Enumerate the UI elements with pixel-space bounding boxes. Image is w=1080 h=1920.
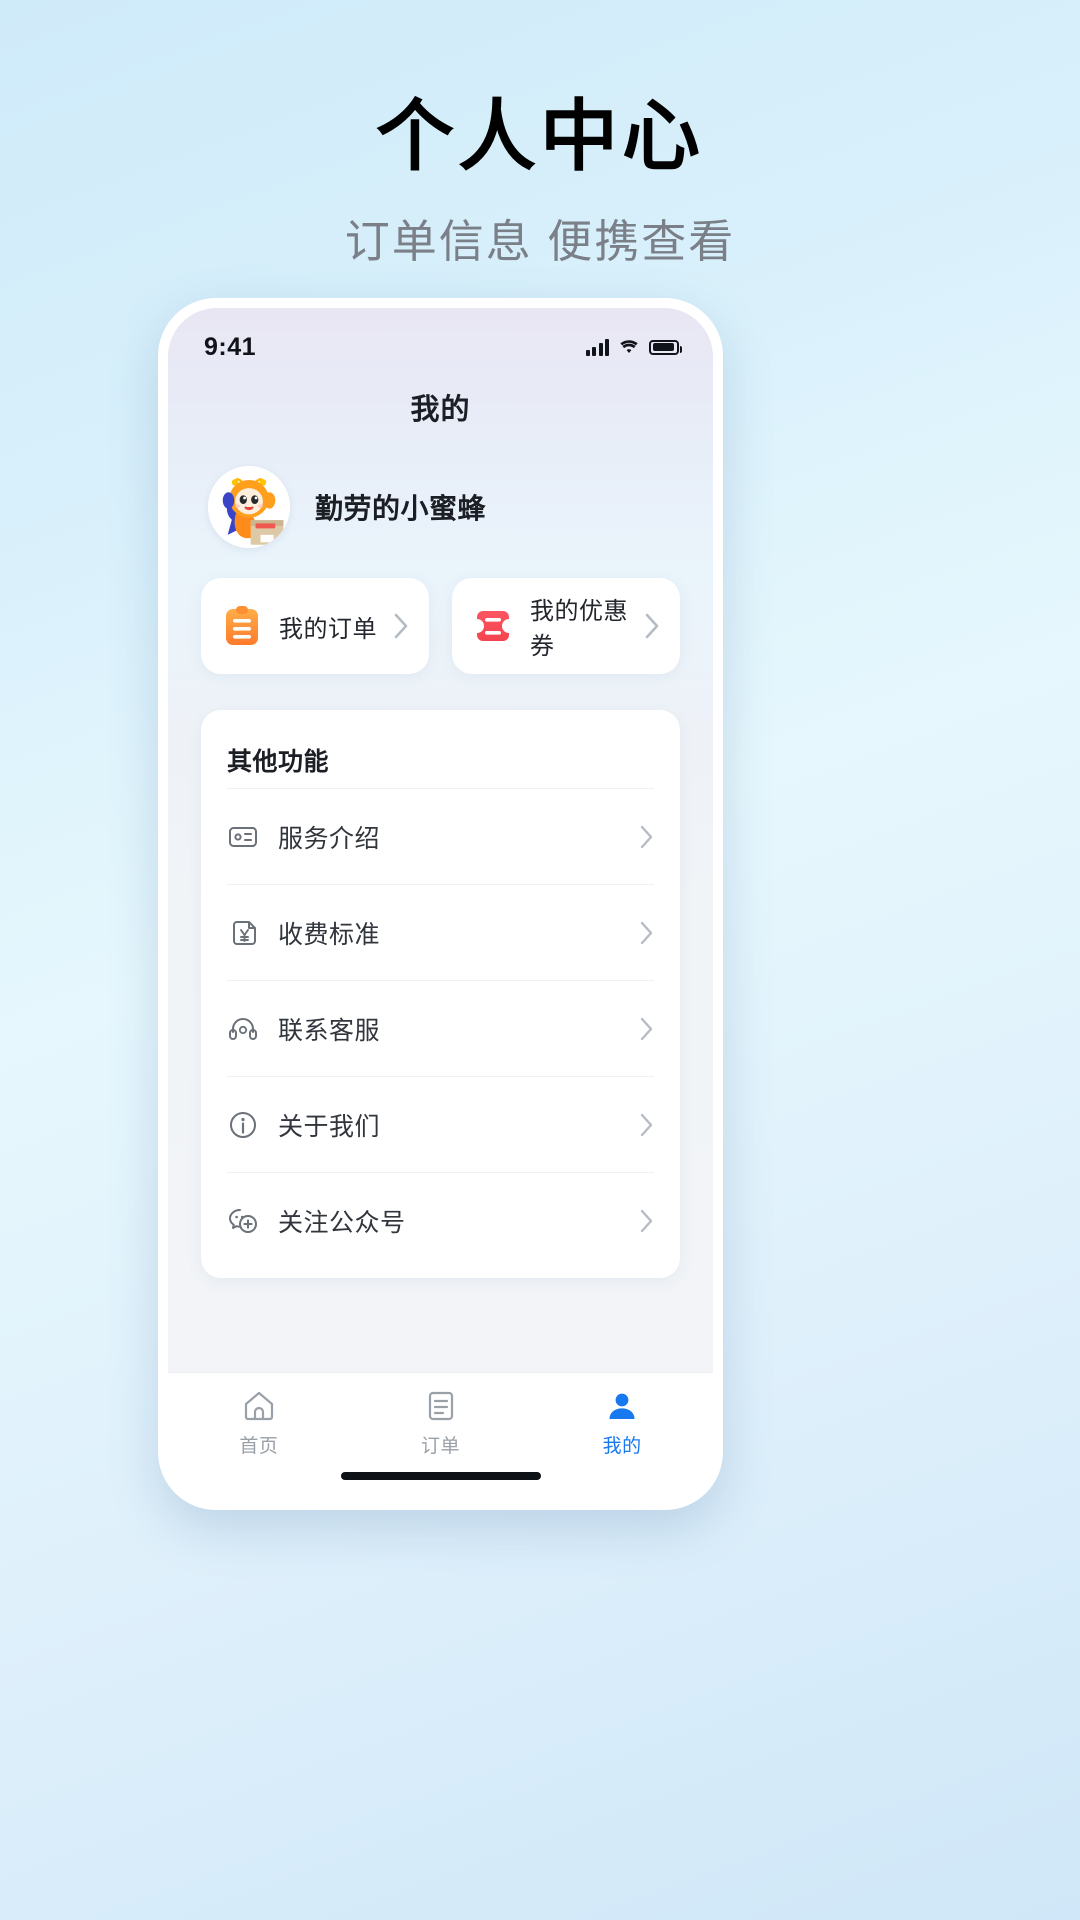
id-card-icon — [227, 821, 259, 853]
my-coupons-card[interactable]: 我的优惠券 — [452, 578, 680, 674]
list-item-service-intro[interactable]: 服务介绍 — [227, 788, 654, 884]
chevron-right-icon — [640, 1017, 654, 1041]
chevron-right-icon — [394, 613, 409, 639]
list-item-label: 收费标准 — [278, 920, 381, 949]
chevron-right-icon — [640, 921, 654, 945]
my-orders-card[interactable]: 我的订单 — [201, 578, 429, 674]
list-item-official-account[interactable]: 关注公众号 — [227, 1172, 654, 1268]
phone-screen: 9:41 我的 勤劳的小蜜蜂 我的订单 我的优惠券 其他功能 服务介绍 收费标准… — [168, 308, 713, 1500]
tab-profile-label: 我的 — [602, 1436, 642, 1457]
coupon-ticket-icon — [472, 605, 514, 647]
tab-home[interactable]: 首页 — [168, 1389, 350, 1458]
list-item-label: 服务介绍 — [278, 824, 381, 853]
phone-mockup: 9:41 我的 勤劳的小蜜蜂 我的订单 我的优惠券 其他功能 服务介绍 收费标准… — [158, 298, 723, 1510]
other-functions-card: 其他功能 服务介绍 收费标准 联系客服 关于我们 关注公众号 — [201, 710, 680, 1278]
battery-icon — [649, 339, 682, 355]
chevron-right-icon — [640, 1113, 654, 1137]
status-bar-icons — [585, 338, 682, 356]
status-bar-time: 9:41 — [204, 332, 257, 361]
wifi-icon — [618, 339, 640, 356]
my-coupons-label: 我的优惠券 — [530, 598, 628, 660]
list-item-label: 关于我们 — [278, 1112, 381, 1141]
profile-row[interactable]: 勤劳的小蜜蜂 — [168, 444, 713, 578]
list-item-pricing[interactable]: 收费标准 — [227, 884, 654, 980]
chevron-right-icon — [640, 1209, 654, 1233]
other-functions-header: 其他功能 — [227, 748, 330, 776]
order-list-icon — [424, 1389, 458, 1423]
cellular-signal-icon — [585, 338, 609, 356]
list-item-customer-service[interactable]: 联系客服 — [227, 980, 654, 1076]
chevron-right-icon — [640, 825, 654, 849]
profile-username: 勤劳的小蜜蜂 — [315, 493, 487, 524]
price-tag-yuan-icon — [227, 917, 259, 949]
page-subtitle: 订单信息 便携查看 — [344, 216, 736, 267]
list-item-label: 关注公众号 — [278, 1208, 406, 1237]
home-icon — [242, 1389, 276, 1423]
chevron-right-icon — [645, 613, 660, 639]
info-circle-icon — [227, 1109, 259, 1141]
bee-mascot-avatar[interactable] — [208, 466, 290, 548]
navbar-title: 我的 — [410, 394, 471, 426]
my-orders-label: 我的订单 — [279, 615, 377, 643]
page-title: 个人中心 — [375, 92, 704, 180]
headset-support-icon — [227, 1013, 259, 1045]
list-item-label: 联系客服 — [278, 1016, 381, 1045]
app-navbar: 我的 — [168, 370, 713, 444]
person-icon — [605, 1389, 639, 1423]
list-item-about-us[interactable]: 关于我们 — [227, 1076, 654, 1172]
tab-profile[interactable]: 我的 — [531, 1389, 713, 1458]
clipboard-order-icon — [221, 605, 263, 647]
quick-action-cards: 我的订单 我的优惠券 — [168, 578, 713, 674]
tab-orders-label: 订单 — [421, 1436, 461, 1457]
tab-home-label: 首页 — [239, 1436, 279, 1457]
tab-orders[interactable]: 订单 — [350, 1389, 532, 1458]
status-bar: 9:41 — [168, 308, 713, 370]
wechat-official-icon — [227, 1205, 259, 1237]
bottom-tabbar: 首页 订单 我的 — [168, 1372, 713, 1500]
home-indicator — [340, 1472, 541, 1480]
